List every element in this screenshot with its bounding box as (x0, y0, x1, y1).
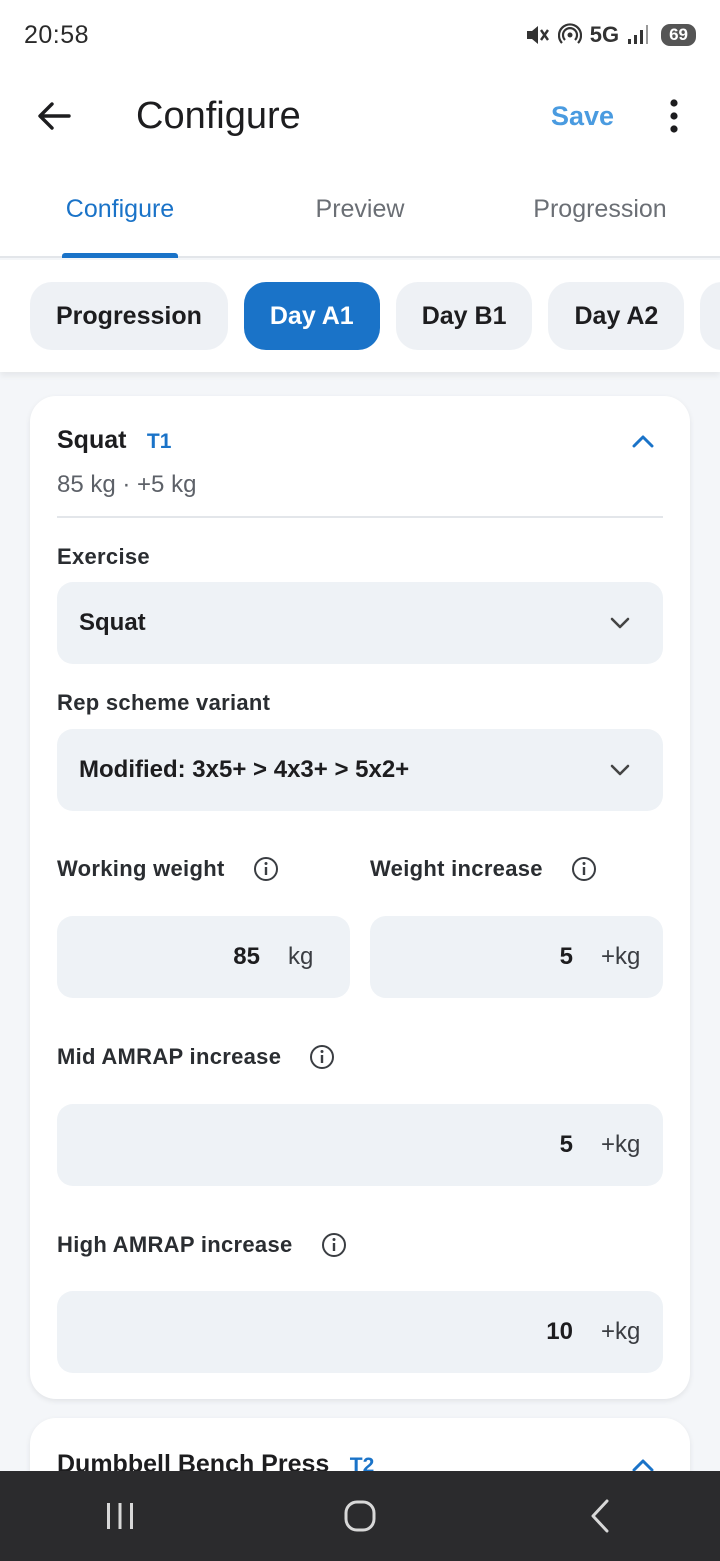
back-button[interactable] (14, 76, 94, 156)
more-options-button[interactable] (654, 86, 694, 146)
exercise-name: Squat (57, 426, 127, 454)
exercise-summary: 85 kg · +5 kg (57, 471, 197, 498)
rep-scheme-label-text: Rep scheme variant (57, 690, 271, 715)
chip-next-partial[interactable] (700, 282, 720, 350)
arrow-left-icon (38, 102, 71, 130)
status-bar: 20:58 5G 69 (0, 0, 720, 70)
exercise-select[interactable]: Squat (57, 582, 663, 664)
mid-amrap-input[interactable]: 5 +kg (57, 1104, 663, 1186)
signal-icon (628, 25, 649, 44)
chevron-down-icon (605, 755, 635, 785)
system-nav-bar (0, 1471, 720, 1561)
exercise-select-value: Squat (79, 609, 146, 636)
save-button[interactable]: Save (551, 101, 614, 132)
chip-day-b1[interactable]: Day B1 (395, 282, 533, 350)
info-icon[interactable] (321, 1232, 347, 1258)
info-icon[interactable] (309, 1044, 335, 1070)
rep-scheme-label: Rep scheme variant (57, 690, 270, 716)
home-button[interactable] (320, 1486, 400, 1546)
working-weight-label: Working weight (57, 856, 279, 882)
status-time: 20:58 (24, 20, 90, 49)
high-amrap-unit: +kg (601, 1318, 641, 1345)
mute-icon (526, 26, 549, 44)
chevron-up-icon (632, 435, 654, 448)
tab-bar: Configure Preview Progression (0, 162, 720, 258)
hotspot-icon (557, 23, 582, 44)
collapse-button[interactable] (623, 426, 663, 456)
chevron-left-icon (591, 1499, 609, 1533)
mid-amrap-label: Mid AMRAP increase (57, 1044, 335, 1070)
chip-day-a2[interactable]: Day A2 (548, 282, 685, 350)
exercise-card: Squat T1 85 kg · +5 kg Exercise Squat Re… (30, 396, 690, 1399)
system-back-button[interactable] (560, 1486, 640, 1546)
network-label: 5G (589, 22, 620, 47)
more-vert-icon (670, 99, 678, 133)
exercise-label: Exercise (57, 544, 150, 570)
day-chip-row: Progression Day A1 Day B1 Day A2 (0, 260, 720, 372)
tab-configure[interactable]: Configure (0, 162, 240, 258)
tab-preview[interactable]: Preview (240, 162, 480, 256)
tier-badge: T1 (146, 430, 172, 453)
chip-day-a1[interactable]: Day A1 (243, 282, 380, 350)
working-weight-unit: kg (288, 943, 314, 970)
mid-amrap-label-text: Mid AMRAP increase (57, 1044, 282, 1069)
high-amrap-input[interactable]: 10 +kg (57, 1291, 663, 1373)
recent-apps-button[interactable] (80, 1486, 160, 1546)
info-icon[interactable] (253, 856, 279, 882)
page-title: Configure (136, 94, 301, 137)
high-amrap-label: High AMRAP increase (57, 1232, 347, 1258)
exercise-card-header[interactable]: Squat T1 85 kg · +5 kg (57, 426, 663, 499)
weight-increase-label: Weight increase (370, 856, 597, 882)
weight-increase-value: 5 (559, 943, 573, 970)
mid-amrap-value: 5 (559, 1131, 573, 1158)
status-icons: 5G 69 (524, 22, 696, 48)
working-weight-value: 85 (233, 943, 260, 970)
battery-icon: 69 (661, 24, 696, 46)
weight-increase-label-text: Weight increase (370, 856, 543, 881)
high-amrap-value: 10 (546, 1318, 573, 1345)
recents-icon (107, 1503, 133, 1529)
tab-progression[interactable]: Progression (480, 162, 720, 256)
chip-progression[interactable]: Progression (30, 282, 228, 350)
weight-increase-input[interactable]: 5 +kg (370, 916, 663, 998)
high-amrap-label-text: High AMRAP increase (57, 1232, 293, 1257)
mid-amrap-unit: +kg (601, 1131, 641, 1158)
info-icon[interactable] (571, 856, 597, 882)
divider (57, 516, 663, 518)
rep-scheme-select-value: Modified: 3x5+ > 4x3+ > 5x2+ (79, 756, 410, 783)
working-weight-label-text: Working weight (57, 856, 225, 881)
chevron-down-icon (605, 608, 635, 638)
exercise-label-text: Exercise (57, 544, 150, 569)
weight-increase-unit: +kg (601, 943, 641, 970)
home-icon (344, 1500, 376, 1532)
app-bar: Configure Save (0, 70, 720, 162)
rep-scheme-select[interactable]: Modified: 3x5+ > 4x3+ > 5x2+ (57, 729, 663, 811)
working-weight-input[interactable]: 85 kg (57, 916, 350, 998)
